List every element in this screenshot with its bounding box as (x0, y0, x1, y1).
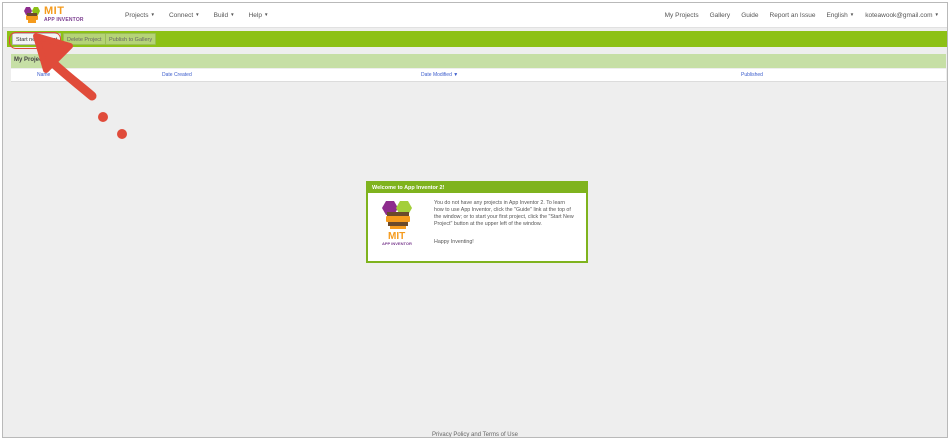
main-menu: Projects ▼ Connect ▼ Build ▼ Help ▼ (125, 3, 268, 27)
delete-project-button[interactable]: Delete Project (63, 33, 106, 45)
column-published[interactable]: Published (741, 72, 763, 78)
top-navigation-bar: MIT APP INVENTOR Projects ▼ Connect ▼ Buil… (3, 3, 947, 28)
annotation-highlight-circle (9, 32, 61, 49)
chevron-down-icon: ▼ (263, 12, 269, 18)
column-date-created[interactable]: Date Created (162, 72, 192, 78)
language-menu[interactable]: English ▼ (826, 12, 854, 19)
app-window: MIT APP INVENTOR Projects ▼ Connect ▼ Buil… (2, 2, 948, 438)
menu-connect-label: Connect (168, 11, 194, 19)
nav-report-issue[interactable]: Report an Issue (770, 12, 816, 19)
my-projects-title: My Projects (14, 57, 48, 63)
chevron-down-icon: ▼ (195, 12, 200, 18)
account-menu[interactable]: koteawook@gmail.com ▼ (865, 12, 939, 19)
mit-app-inventor-logo[interactable]: MIT APP INVENTOR (21, 5, 91, 25)
nav-guide[interactable]: Guide (741, 12, 758, 19)
menu-help[interactable]: Help ▼ (249, 12, 269, 19)
chevron-down-icon: ▼ (150, 12, 155, 18)
publish-to-gallery-button[interactable]: Publish to Gallery (105, 33, 157, 45)
project-toolbar: Start new project Delete Project Publish… (7, 31, 947, 47)
welcome-message: You do not have any projects in App Inve… (434, 200, 574, 227)
menu-build[interactable]: Build ▼ (214, 12, 235, 19)
chevron-down-icon: ▼ (849, 12, 855, 18)
chevron-down-icon: ▼ (934, 12, 939, 18)
welcome-dialog-title: Welcome to App Inventor 2! (368, 183, 586, 193)
privacy-terms-link[interactable]: Privacy Policy and Terms of Use (3, 432, 947, 437)
column-name[interactable]: Name (37, 72, 50, 78)
column-date-modified[interactable]: Date Modified ▼ (421, 72, 458, 78)
account-email: koteawook@gmail.com (865, 11, 933, 19)
logo-mit-text: MIT (44, 5, 65, 17)
chevron-down-icon: ▼ (230, 12, 235, 18)
menu-projects-label: Projects (125, 11, 149, 19)
menu-help-label: Help (248, 11, 262, 19)
welcome-dialog: Welcome to App Inventor 2! MIT APP INVEN… (366, 181, 588, 263)
logo-hexagons-icon (24, 7, 40, 23)
language-label: English (826, 11, 848, 19)
menu-build-label: Build (213, 11, 229, 19)
nav-gallery[interactable]: Gallery (710, 12, 731, 19)
menu-projects[interactable]: Projects ▼ (125, 12, 155, 19)
projects-table-header: Name Date Created Date Modified ▼ Publis… (11, 69, 946, 82)
menu-connect[interactable]: Connect ▼ (169, 12, 200, 19)
dialog-logo-app-inventor: APP INVENTOR (382, 241, 412, 246)
my-projects-header: My Projects (11, 54, 946, 68)
right-menu: My Projects Gallery Guide Report an Issu… (665, 3, 939, 27)
happy-inventing-text: Happy Inventing! (434, 239, 474, 245)
nav-my-projects[interactable]: My Projects (665, 12, 699, 19)
logo-app-inventor-text: APP INVENTOR (44, 17, 84, 23)
